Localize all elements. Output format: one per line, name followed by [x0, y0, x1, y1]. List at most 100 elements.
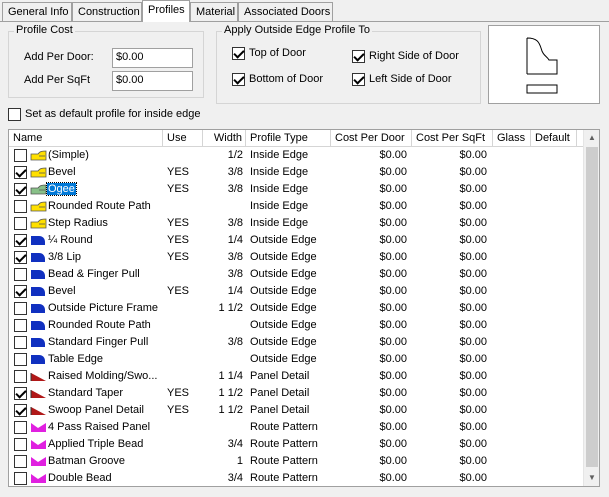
scroll-up-icon[interactable]: ▲ [584, 130, 599, 146]
outside-edge-icon [30, 354, 47, 365]
right-side-of-door-label: Right Side of Door [369, 50, 459, 62]
row-use [163, 470, 203, 486]
table-row[interactable]: Table Edge Outside Edge $0.00 $0.00 [9, 351, 584, 368]
row-cost-per-sqft: $0.00 [459, 336, 487, 348]
row-checkbox[interactable] [14, 302, 27, 315]
row-cost-per-door: $0.00 [379, 387, 407, 399]
bottom-of-door-checkbox[interactable] [232, 73, 245, 86]
route-pattern-icon [30, 456, 47, 467]
table-row[interactable]: Double Bead 3/4 Route Pattern $0.00 $0.00 [9, 470, 584, 486]
row-checkbox[interactable] [14, 455, 27, 468]
row-checkbox[interactable] [14, 217, 27, 230]
table-row[interactable]: Outside Picture Frame 1 1/2 Outside Edge $0… [9, 300, 584, 317]
row-cost-per-sqft: $0.00 [459, 183, 487, 195]
row-checkbox[interactable] [14, 200, 27, 213]
outside-edge-icon [30, 320, 47, 331]
row-cost-per-door: $0.00 [379, 302, 407, 314]
table-row[interactable]: Batman Groove 1 Route Pattern $0.00 $0.00 [9, 453, 584, 470]
tab-material[interactable]: Material [190, 2, 238, 21]
col-width-header[interactable]: Width [203, 130, 246, 147]
tab-construction[interactable]: Construction [72, 2, 142, 21]
row-use: YES [167, 183, 190, 195]
row-checkbox[interactable] [14, 285, 27, 298]
row-use: YES [167, 251, 190, 263]
row-checkbox[interactable] [14, 370, 27, 383]
table-row[interactable]: Bead & Finger Pull 3/8 Outside Edge $0.00 $0… [9, 266, 584, 283]
col-glass-header[interactable]: Glass [493, 130, 531, 147]
table-row[interactable]: Bevel YES 3/8 Inside Edge $0.00 $0.00 [9, 164, 584, 181]
outside-edge-title: Apply Outside Edge Profile To [222, 24, 372, 36]
row-use: YES [167, 234, 190, 246]
row-width: 1 1/4 [218, 370, 243, 382]
scroll-thumb[interactable] [586, 147, 598, 467]
row-width: 3/8 [227, 166, 243, 178]
row-checkbox[interactable] [14, 166, 27, 179]
left-side-of-door-checkbox[interactable] [352, 73, 365, 86]
per-sqft-label: Add Per SqFt [24, 74, 91, 86]
table-row[interactable]: Rounded Route Path Outside Edge $0.00 $0.00 [9, 317, 584, 334]
col-name-header[interactable]: Name [9, 130, 163, 147]
table-row[interactable]: Standard Taper YES 1 1/2 Panel Detail $0.00 $… [9, 385, 584, 402]
col-profile-type-header[interactable]: Profile Type [246, 130, 331, 147]
table-row[interactable]: Swoop Panel Detail YES 1 1/2 Panel Detail $0… [9, 402, 584, 419]
col-use-header[interactable]: Use [163, 130, 203, 147]
table-row[interactable]: 4 Pass Raised Panel Route Pattern $0.00 $0.… [9, 419, 584, 436]
row-checkbox[interactable] [14, 404, 27, 417]
row-width: 1/2 [227, 149, 243, 161]
row-use [163, 198, 203, 215]
inside-edge-icon [30, 218, 47, 229]
table-row[interactable]: Bevel YES 1/4 Outside Edge $0.00 $0.00 [9, 283, 584, 300]
row-cost-per-door: $0.00 [379, 166, 407, 178]
row-profile-type: Outside Edge [250, 268, 317, 280]
tab-general-info[interactable]: General Info [2, 2, 72, 21]
list-header: Name Use Width Profile Type Cost Per Doo… [9, 130, 584, 147]
row-cost-per-sqft: $0.00 [459, 353, 487, 365]
row-checkbox[interactable] [14, 421, 27, 434]
default-profile-checkbox[interactable] [8, 108, 21, 121]
row-profile-type: Outside Edge [250, 353, 317, 365]
row-checkbox[interactable] [14, 149, 27, 162]
table-row[interactable]: Raised Molding/Swo... 1 1/4 Panel Detail $0… [9, 368, 584, 385]
row-checkbox[interactable] [14, 336, 27, 349]
row-checkbox[interactable] [14, 268, 27, 281]
col-default-header[interactable]: Default [531, 130, 577, 147]
table-row[interactable]: (Simple) 1/2 Inside Edge $0.00 $0.00 [9, 147, 584, 164]
table-row[interactable]: Applied Triple Bead 3/4 Route Pattern $0.00… [9, 436, 584, 453]
row-checkbox[interactable] [14, 251, 27, 264]
row-checkbox[interactable] [14, 438, 27, 451]
row-checkbox[interactable] [14, 234, 27, 247]
tab-profiles[interactable]: Profiles [142, 0, 190, 22]
row-checkbox[interactable] [14, 183, 27, 196]
scroll-down-icon[interactable]: ▼ [584, 470, 599, 486]
col-cost-per-sqft-header[interactable]: Cost Per SqFt [412, 130, 493, 147]
vertical-scrollbar[interactable]: ▲ ▼ [583, 130, 599, 486]
table-row[interactable]: Standard Finger Pull 3/8 Outside Edge $0.00… [9, 334, 584, 351]
row-profile-type: Route Pattern [250, 472, 318, 484]
row-width: 3/8 [227, 336, 243, 348]
per-door-input[interactable]: $0.00 [112, 48, 193, 68]
row-checkbox[interactable] [14, 472, 27, 485]
tab-associated-doors[interactable]: Associated Doors [238, 2, 333, 21]
route-pattern-icon [30, 422, 47, 433]
row-checkbox[interactable] [14, 319, 27, 332]
outside-edge-icon [30, 235, 47, 246]
table-row[interactable]: ¼ Round YES 1/4 Outside Edge $0.00 $0.00 [9, 232, 584, 249]
col-cost-per-door-header[interactable]: Cost Per Door [331, 130, 412, 147]
per-sqft-input[interactable]: $0.00 [112, 71, 193, 91]
table-row[interactable]: Rounded Route Path Inside Edge $0.00 $0.00 [9, 198, 584, 215]
table-row[interactable]: Ogee YES 3/8 Inside Edge $0.00 $0.00 [9, 181, 584, 198]
row-checkbox[interactable] [14, 353, 27, 366]
inside-edge-icon [30, 150, 47, 161]
profile-list[interactable]: Name Use Width Profile Type Cost Per Doo… [8, 129, 600, 487]
row-name: ¼ Round [48, 234, 93, 246]
top-of-door-checkbox[interactable] [232, 47, 245, 60]
right-side-of-door-checkbox[interactable] [352, 50, 365, 63]
row-name: Swoop Panel Detail [48, 404, 145, 416]
row-cost-per-door: $0.00 [379, 234, 407, 246]
table-row[interactable]: Step Radius YES 3/8 Inside Edge $0.00 $0.00 [9, 215, 584, 232]
table-row[interactable]: 3/8 Lip YES 3/8 Outside Edge $0.00 $0.00 [9, 249, 584, 266]
row-checkbox[interactable] [14, 387, 27, 400]
row-use: YES [167, 404, 190, 416]
row-profile-type: Outside Edge [250, 251, 317, 263]
row-cost-per-sqft: $0.00 [459, 217, 487, 229]
